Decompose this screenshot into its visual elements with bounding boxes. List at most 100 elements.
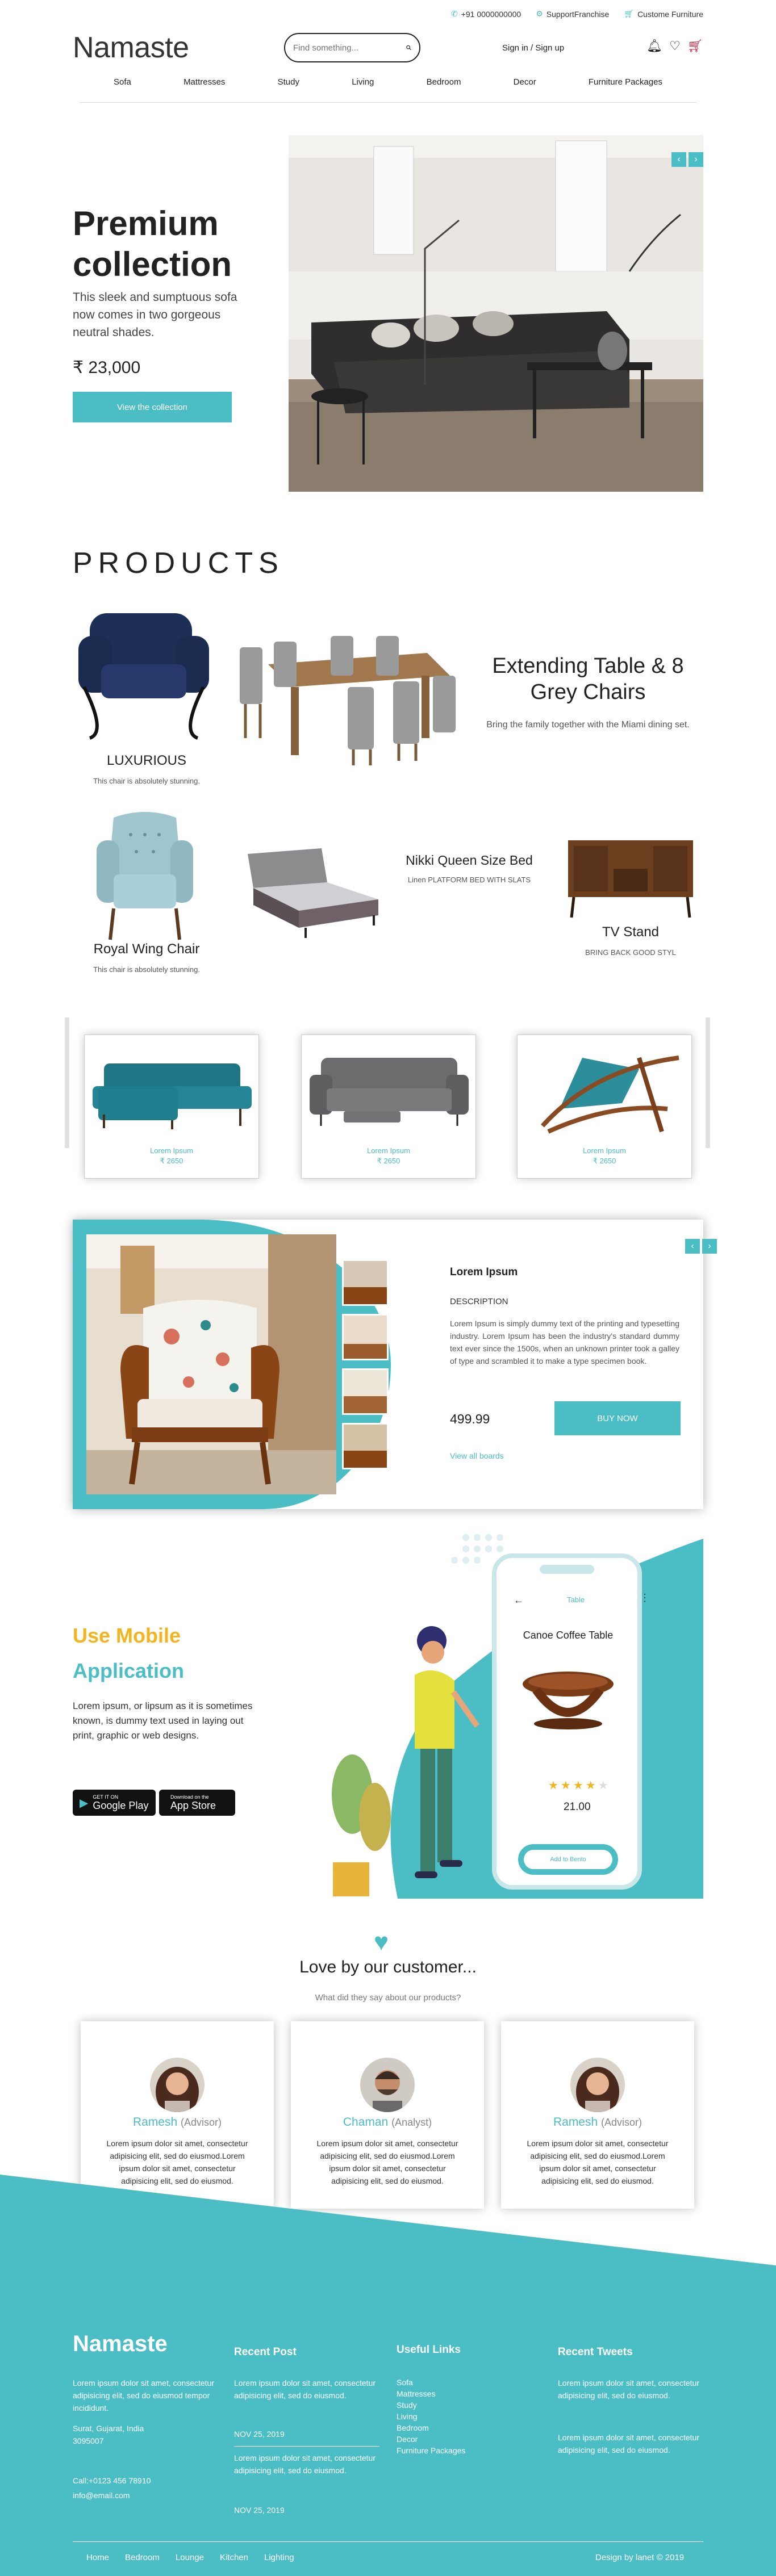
phone-add-button[interactable]: Add to Bento <box>524 1850 612 1869</box>
nav-item-sofa[interactable]: Sofa <box>114 77 131 87</box>
queen-bed-image[interactable] <box>236 848 382 939</box>
product-name-dining-set[interactable]: Extending Table & 8 Grey Chairs <box>466 653 710 705</box>
hero-prev-arrow-icon[interactable]: ‹ <box>671 152 686 167</box>
app-store-small: Download on the <box>170 1794 209 1800</box>
useful-link-study[interactable]: Study <box>397 2399 465 2411</box>
carousel-card-price: ₹ 2650 <box>593 1157 616 1165</box>
footer-link-kitchen[interactable]: Kitchen <box>220 2553 248 2562</box>
tweet-text[interactable]: Lorem ipsum dolor sit amet, consectetur … <box>558 2431 700 2456</box>
phone-price: 21.00 <box>564 1801 591 1813</box>
phone-item[interactable]: ✆ +91 0000000000 <box>451 9 521 19</box>
hero-title: Premium collection <box>73 203 232 285</box>
royal-wing-chair-image[interactable] <box>91 812 199 943</box>
cart-icon[interactable]: 🛒︎ <box>687 39 703 53</box>
thumbnail[interactable] <box>342 1368 389 1415</box>
heart-filled-icon: ♥ <box>374 1928 389 1956</box>
footer-link-bedroom[interactable]: Bedroom <box>125 2553 160 2562</box>
hero-price: ₹ 23,000 <box>73 358 141 377</box>
nav-item-mattresses[interactable]: Mattresses <box>183 77 225 87</box>
product-sub-dining-set: Bring the family together with the Miami… <box>486 720 690 730</box>
dining-set-image[interactable] <box>234 630 461 766</box>
featured-product-panel: Lorem Ipsum DESCRIPTION Lorem Ipsum is s… <box>73 1220 703 1509</box>
featured-description-heading: DESCRIPTION <box>450 1297 508 1306</box>
footer-phone[interactable]: Call:+0123 456 78910 <box>73 2474 151 2487</box>
carousel-card-price: ₹ 2650 <box>160 1157 183 1165</box>
footer-logo[interactable]: Namaste <box>73 2331 168 2357</box>
useful-link-living[interactable]: Living <box>397 2411 465 2422</box>
recent-post-date: NOV 25, 2019 <box>234 2430 285 2439</box>
view-all-boards-link[interactable]: View all boards <box>450 1451 504 1460</box>
footer-email[interactable]: info@email.com <box>73 2489 130 2502</box>
carousel-card[interactable]: Lorem Ipsum ₹ 2650 <box>517 1034 692 1179</box>
carousel-left-bar[interactable] <box>65 1017 69 1148</box>
nav-item-bedroom[interactable]: Bedroom <box>427 77 461 87</box>
tweet-text[interactable]: Lorem ipsum dolor sit amet, consectetur … <box>558 2377 700 2402</box>
custom-furniture-text: Custome Furniture <box>637 9 703 19</box>
thumbnail[interactable] <box>342 1423 389 1469</box>
carousel-card[interactable]: Lorem Ipsum ₹ 2650 <box>301 1034 476 1179</box>
hero-next-arrow-icon[interactable]: › <box>689 152 703 167</box>
google-play-label: Google Play <box>93 1800 149 1811</box>
useful-link-furniture-packages[interactable]: Furniture Packages <box>397 2445 465 2456</box>
mobile-heading-line2: Application <box>73 1659 184 1682</box>
useful-link-decor[interactable]: Decor <box>397 2433 465 2445</box>
product-sub-luxurious: This chair is absolutely stunning. <box>93 777 200 785</box>
testimonial-name: Chaman <box>343 2116 389 2129</box>
back-arrow-icon[interactable]: ← <box>514 1594 524 1606</box>
franchise-text: SupportFranchise <box>546 9 610 19</box>
featured-prev-arrow-icon[interactable]: ‹ <box>685 1239 700 1254</box>
tv-stand-image[interactable] <box>562 835 699 920</box>
nav-item-decor[interactable]: Decor <box>514 77 536 87</box>
useful-links-heading: Useful Links <box>397 2344 461 2356</box>
mobile-description: Lorem ipsum, or lipsum as it is sometime… <box>73 1700 253 1741</box>
footer-link-lounge[interactable]: Lounge <box>176 2553 204 2562</box>
thumbnail[interactable] <box>342 1259 389 1306</box>
featured-next-arrow-icon[interactable]: › <box>702 1239 717 1254</box>
avatar <box>150 2058 205 2112</box>
footer-link-home[interactable]: Home <box>86 2553 109 2562</box>
carousel-card-price: ₹ 2650 <box>377 1157 400 1165</box>
nav-item-furniture-packages[interactable]: Furniture Packages <box>589 77 662 87</box>
recent-post-date: NOV 25, 2019 <box>234 2506 285 2515</box>
support-icon: ⚙ <box>536 9 543 18</box>
product-name-tv-stand[interactable]: TV Stand <box>557 924 704 940</box>
thumbnail[interactable] <box>342 1314 389 1360</box>
recent-post-text[interactable]: Lorem ipsum dolor sit amet, consectetur … <box>234 2377 376 2402</box>
google-play-button[interactable]: ▶ GET IT ON Google Play <box>73 1790 156 1816</box>
product-name-queen-bed[interactable]: Nikki Queen Size Bed <box>395 853 543 868</box>
footer-address-line1: Surat, Gujarat, India <box>73 2424 144 2433</box>
search-icon[interactable] <box>406 43 411 52</box>
useful-links-list: Sofa Mattresses Study Living Bedroom Dec… <box>397 2377 465 2456</box>
buy-now-button[interactable]: BUY NOW <box>554 1401 681 1435</box>
avatar <box>360 2058 415 2112</box>
heart-icon[interactable]: ♡ <box>669 39 681 53</box>
useful-link-mattresses[interactable]: Mattresses <box>397 2388 465 2399</box>
google-play-icon: ▶ <box>80 1796 89 1810</box>
footer-background <box>0 2175 776 2576</box>
search-input[interactable] <box>293 43 406 53</box>
nav-item-living[interactable]: Living <box>352 77 374 87</box>
carousel-card-name: Lorem Ipsum <box>150 1146 193 1155</box>
footer-link-lighting[interactable]: Lighting <box>264 2553 294 2562</box>
custom-furniture-item[interactable]: 🛒︎ Custome Furniture <box>624 9 703 19</box>
carousel-card[interactable]: Lorem Ipsum ₹ 2650 <box>84 1034 259 1179</box>
carousel-right-bar[interactable] <box>706 1017 710 1148</box>
site-logo[interactable]: Namaste <box>73 31 189 65</box>
nav-item-study[interactable]: Study <box>278 77 299 87</box>
product-name-royal-wing-chair[interactable]: Royal Wing Chair <box>73 941 220 957</box>
footer-about: Lorem ipsum dolor sit amet, consectetur … <box>73 2378 214 2412</box>
more-icon[interactable]: ⋮ <box>640 1592 650 1604</box>
view-collection-button[interactable]: View the collection <box>73 392 232 422</box>
product-name-luxurious[interactable]: LUXURIOUS <box>73 753 220 769</box>
signin-link[interactable]: Sign in / Sign up <box>502 43 564 53</box>
testimonial-name: Ramesh <box>553 2116 598 2129</box>
featured-main-image <box>86 1234 336 1494</box>
luxurious-chair-image[interactable] <box>73 602 215 744</box>
app-store-button[interactable]: Download on the App Store <box>159 1790 235 1816</box>
recent-post-text[interactable]: Lorem ipsum dolor sit amet, consectetur … <box>234 2452 376 2477</box>
useful-link-sofa[interactable]: Sofa <box>397 2377 465 2388</box>
phone-product-image <box>523 1672 614 1729</box>
bell-icon[interactable]: 🔔︎ <box>646 39 662 53</box>
franchise-item[interactable]: ⚙ SupportFranchise <box>536 9 609 19</box>
useful-link-bedroom[interactable]: Bedroom <box>397 2422 465 2433</box>
